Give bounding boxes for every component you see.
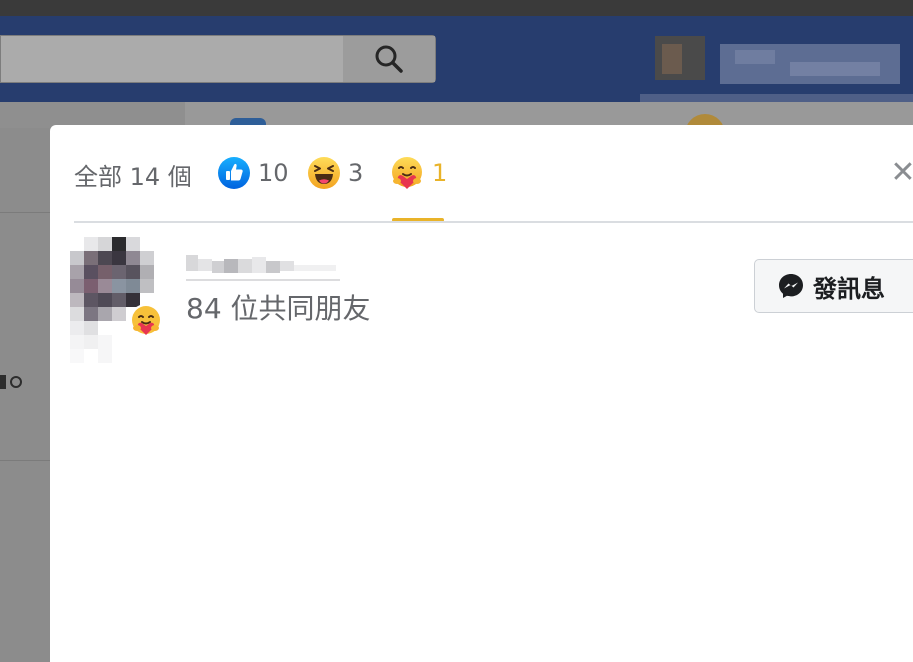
tab-care[interactable]: 1 — [390, 156, 447, 190]
reaction-tabs: 全部 14 個 10 3 1 — [74, 125, 913, 222]
tab-all-reactions[interactable]: 全部 14 個 — [74, 157, 192, 192]
tab-care-count: 1 — [432, 159, 448, 187]
care-icon — [129, 304, 163, 338]
browser-top-strip — [0, 0, 913, 16]
haha-icon — [308, 157, 340, 189]
close-dialog-button[interactable]: ✕ — [888, 155, 913, 191]
reactor-list-item: 84 位共同朋友 發訊息 — [70, 237, 913, 367]
background-side-panel — [0, 128, 50, 662]
send-message-button[interactable]: 發訊息 — [754, 259, 913, 313]
tab-like-count: 10 — [258, 159, 289, 187]
tabs-divider — [74, 221, 913, 223]
mutual-friends-count: 84 位共同朋友 — [186, 292, 371, 325]
tab-haha-count: 3 — [348, 159, 364, 187]
like-icon — [218, 157, 250, 189]
top-navigation-bar — [0, 16, 913, 108]
background-shortcuts-bar — [185, 102, 913, 125]
reactor-avatar-blurred[interactable] — [70, 237, 163, 367]
search-input[interactable] — [0, 35, 436, 83]
profile-menu-blurred[interactable] — [640, 36, 913, 111]
reactor-name-blurred[interactable] — [186, 255, 346, 283]
search-button[interactable] — [343, 36, 435, 82]
tab-like[interactable]: 10 — [218, 156, 289, 190]
magnifier-icon — [375, 45, 403, 73]
close-icon: ✕ — [890, 155, 913, 190]
tab-haha[interactable]: 3 — [308, 156, 363, 190]
messenger-icon — [779, 274, 803, 298]
care-icon — [392, 157, 422, 189]
background-text-fragment — [0, 368, 22, 392]
send-message-label: 發訊息 — [813, 274, 885, 303]
reactions-dialog: 全部 14 個 10 3 1 ✕ 84 位共同朋友 發訊息 — [50, 125, 913, 662]
